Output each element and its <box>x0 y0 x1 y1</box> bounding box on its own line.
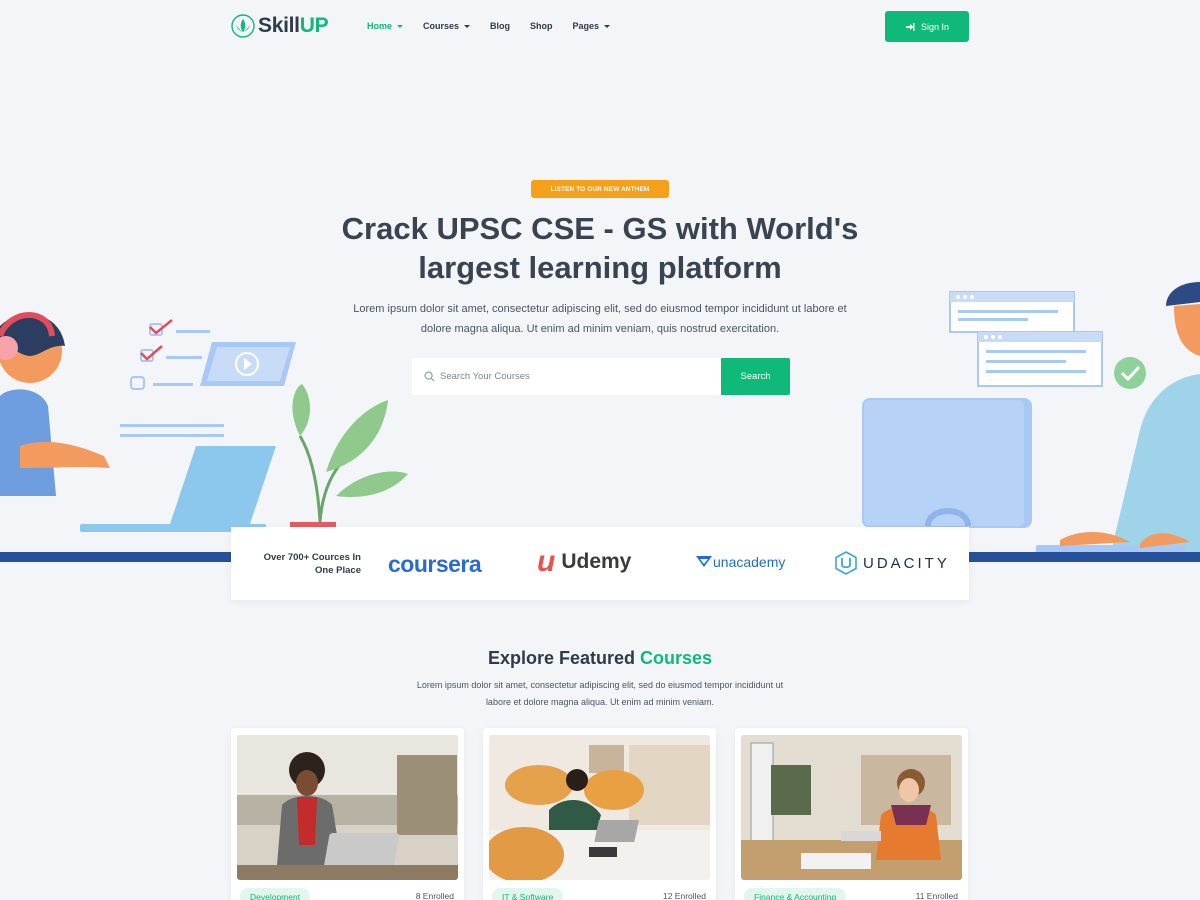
course-card[interactable]: IT & Software 12 Enrolled <box>483 728 716 900</box>
sign-in-button[interactable]: Sign In <box>885 11 969 42</box>
course-card[interactable]: Finance & Accounting 11 Enrolled <box>735 728 968 900</box>
unacademy-logo[interactable]: unacademy <box>695 554 785 570</box>
enrolled-count: 12 Enrolled <box>662 891 706 900</box>
lotus-logo-icon <box>231 14 255 38</box>
enrolled-count: 8 Enrolled <box>415 891 454 900</box>
nav-home[interactable]: Home <box>367 21 404 31</box>
udacity-logo[interactable]: UDACITY <box>835 551 950 575</box>
course-card[interactable]: Development 8 Enrolled <box>231 728 464 900</box>
category-tag[interactable]: Development <box>240 888 311 900</box>
main-menu: Home Courses Blog Shop Pages <box>367 21 630 31</box>
announcement-badge[interactable]: LISTEN TO OUR NEW ANTHEM <box>531 180 669 198</box>
logo[interactable]: SkillUP <box>231 14 329 38</box>
partner-logos-bar: Over 700+ Cources In One Place coursera … <box>231 527 969 600</box>
chevron-down-icon <box>397 24 404 28</box>
unacademy-mark-icon <box>696 556 712 567</box>
search-icon <box>424 371 435 382</box>
nav-courses[interactable]: Courses <box>423 21 471 31</box>
partners-label: Over 700+ Cources In One Place <box>263 551 361 576</box>
hero-subtitle: Lorem ipsum dolor sit amet, consectetur … <box>353 303 847 335</box>
category-tag[interactable]: IT & Software <box>492 888 564 900</box>
nav-blog[interactable]: Blog <box>490 21 510 31</box>
nav-shop[interactable]: Shop <box>530 21 553 31</box>
course-thumbnail[interactable] <box>741 735 962 880</box>
enrolled-count: 11 Enrolled <box>915 891 958 900</box>
search-button[interactable]: Search <box>721 358 790 395</box>
chevron-down-icon <box>464 24 471 28</box>
featured-title: Explore Featured Courses <box>487 648 713 668</box>
hero-section: LISTEN TO OUR NEW ANTHEM Crack UPSC CSE … <box>0 56 1200 562</box>
chevron-down-icon <box>604 24 611 28</box>
category-tag[interactable]: Finance & Accounting <box>744 888 847 900</box>
course-search-bar: Search <box>412 358 790 395</box>
navbar: SkillUP Home Courses Blog Shop Pages Sig… <box>0 0 1200 56</box>
coursera-logo[interactable]: coursera <box>388 551 482 578</box>
search-input[interactable] <box>440 358 720 395</box>
course-thumbnail[interactable] <box>489 735 710 880</box>
udemy-logo[interactable]: u Udemy <box>537 545 631 579</box>
nav-pages[interactable]: Pages <box>573 21 611 31</box>
course-thumbnail[interactable] <box>237 735 458 880</box>
hero-title: Crack UPSC CSE - GS with World's largest… <box>341 211 859 285</box>
brand-name: SkillUP <box>258 14 329 37</box>
student-desktop-illustration <box>862 282 1200 556</box>
udacity-mark-icon <box>835 551 857 575</box>
featured-subtitle: Lorem ipsum dolor sit amet, consectetur … <box>416 680 784 707</box>
sign-in-icon <box>905 22 915 31</box>
